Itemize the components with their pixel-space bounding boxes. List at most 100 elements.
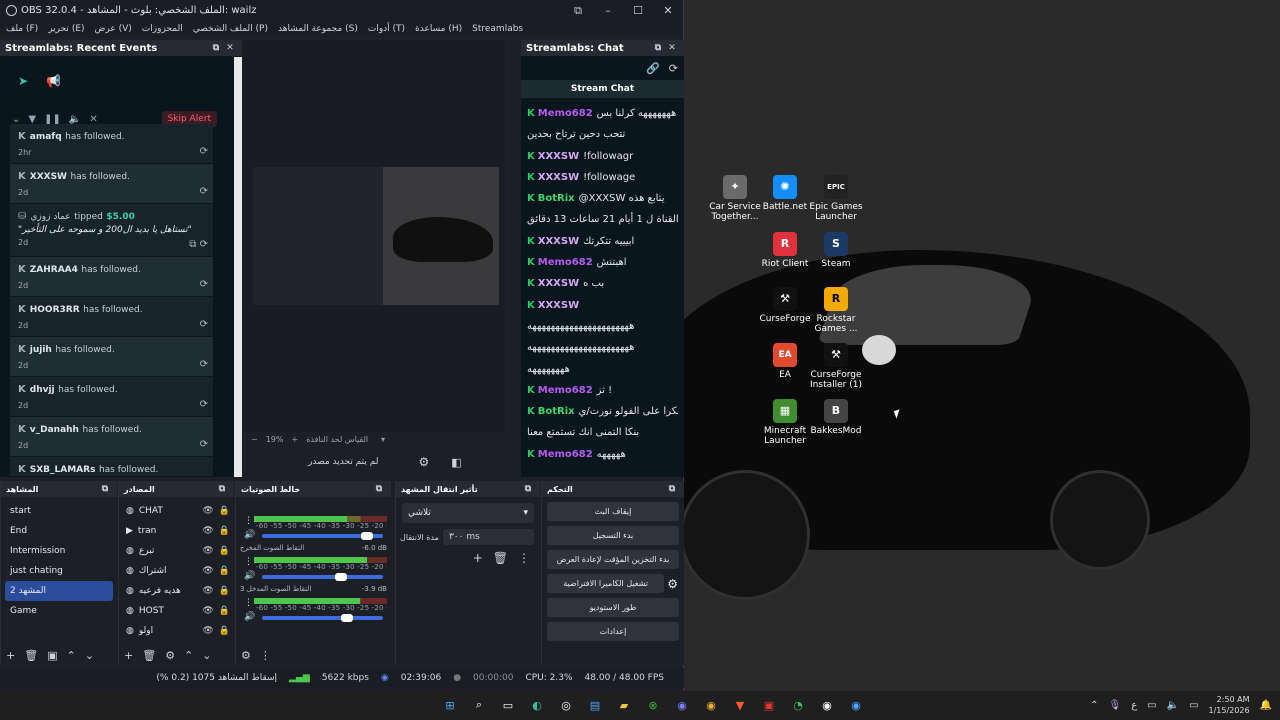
properties-gear-icon[interactable]: ⚙ [419, 455, 430, 469]
float-dock-icon[interactable]: ⧉ [665, 484, 679, 494]
list-item[interactable]: Kamafq has followed. 2hr ⟳ [10, 124, 213, 164]
duration-input[interactable]: ٣٠٠ ms [442, 529, 534, 545]
menu-edit[interactable]: تحرير (E) [48, 24, 84, 34]
desktop-icon-epic-games[interactable]: EPIC Epic Games Launcher [806, 175, 866, 222]
gear-icon[interactable]: ⚙ [165, 649, 175, 662]
brave-icon[interactable]: ▼ [730, 695, 750, 715]
move-down-icon[interactable]: ⌄ [85, 649, 94, 662]
obs-taskbar-icon[interactable]: ◉ [817, 695, 837, 715]
replay-icon[interactable]: ⟳ [200, 399, 208, 410]
visibility-eye-icon[interactable]: 👁 [202, 626, 213, 636]
capcut-icon[interactable]: ▣ [759, 695, 779, 715]
filters-icon[interactable]: ▣ [47, 649, 57, 662]
source-item[interactable]: ▶ tran 👁 🔒 [123, 521, 230, 541]
steam-taskbar-icon[interactable]: ◎ [556, 695, 576, 715]
advanced-audio-icon[interactable]: ⚙ [241, 649, 251, 662]
float-dock-icon[interactable]: ⧉ [521, 484, 535, 494]
whatsapp-icon[interactable]: ◔ [788, 695, 808, 715]
channel-menu-icon[interactable]: ⋮ [244, 557, 253, 567]
list-item[interactable]: K SXB_LAMARs has followed. [10, 457, 213, 477]
notifications-icon[interactable]: 🔔 [1260, 700, 1272, 711]
replay-icon[interactable]: ⟳ [200, 186, 208, 197]
task-view-icon[interactable]: ▭ [498, 695, 518, 715]
search-icon[interactable]: ⌕ [469, 695, 489, 715]
lock-icon[interactable]: 🔒 [219, 586, 230, 596]
chrome-icon[interactable]: ◉ [701, 695, 721, 715]
language-indicator[interactable]: ع [1131, 700, 1137, 711]
lock-icon[interactable]: 🔒 [219, 626, 230, 636]
list-item[interactable]: K HOOR3RR has followed. 2d ⟳ [10, 297, 213, 337]
float-dock-icon[interactable]: ⧉ [209, 43, 223, 53]
discord-icon[interactable]: ◉ [672, 695, 692, 715]
menu-help[interactable]: مساعدة (H) [415, 24, 462, 34]
trash-icon[interactable]: 🗑 [142, 649, 156, 662]
speaker-icon[interactable]: 🔊 [244, 612, 255, 622]
float-dock-icon[interactable]: ⧉ [372, 484, 386, 494]
chat-username[interactable]: XXXSW [538, 300, 579, 311]
zoom-dropdown-icon[interactable]: ▾ [381, 435, 385, 444]
events-scrollbar[interactable] [234, 57, 242, 477]
volume-slider[interactable] [262, 573, 383, 581]
minimize-button[interactable]: – [593, 4, 623, 17]
trash-icon[interactable]: 🗑 [493, 551, 508, 565]
virtual-camera-gear-icon[interactable]: ⚙ [667, 577, 678, 591]
close-dock-icon[interactable]: ✕ [223, 43, 237, 53]
visibility-eye-icon[interactable]: 👁 [202, 546, 213, 556]
lock-icon[interactable]: 🔒 [219, 506, 230, 516]
source-item[interactable]: ◍ تبرع 👁 🔒 [123, 541, 230, 561]
collapse-chevron-icon[interactable]: ⌄ [12, 114, 20, 125]
volume-icon[interactable]: 🔈 [69, 114, 81, 125]
channel-menu-icon[interactable]: ⋮ [244, 598, 253, 608]
scene-item[interactable]: just chating [5, 561, 113, 581]
start-recording-button[interactable]: بدء التسجيل [547, 526, 679, 545]
scene-item[interactable]: start [5, 501, 113, 521]
source-item[interactable]: ◍ CHAT 👁 🔒 [123, 501, 230, 521]
scene-item[interactable]: Intermission [5, 541, 113, 561]
megaphone-icon[interactable]: 📢 [46, 74, 61, 88]
menu-scene-collection[interactable]: مجموعة المشاهد (S) [278, 24, 358, 34]
restore-layout-icon[interactable]: ⧉ [563, 4, 593, 18]
lock-icon[interactable]: 🔒 [219, 526, 230, 536]
visibility-eye-icon[interactable]: 👁 [202, 526, 213, 536]
list-item[interactable]: ⛁ عماد زوزي tipped $5.00 "تستاهل يا بديد ا… [10, 204, 213, 257]
lock-icon[interactable]: 🔒 [219, 546, 230, 556]
speaker-icon[interactable]: 🔈 [1167, 700, 1179, 711]
float-dock-icon[interactable]: ⧉ [98, 484, 112, 494]
chat-username[interactable]: Memo682 [538, 108, 593, 119]
replay-icon[interactable]: ⟳ [200, 439, 208, 450]
lock-icon[interactable]: 🔒 [219, 606, 230, 616]
move-down-icon[interactable]: ⌄ [202, 649, 211, 662]
trash-icon[interactable]: 🗑 [24, 649, 38, 662]
float-dock-icon[interactable]: ⧉ [651, 43, 665, 53]
scene-item[interactable]: End [5, 521, 113, 541]
microphone-icon[interactable]: 🎙 [1108, 700, 1121, 711]
channel-menu-icon[interactable]: ⋮ [244, 516, 253, 526]
source-item[interactable]: ◍ هديه فرعيه 👁 🔒 [123, 581, 230, 601]
speaker-icon[interactable]: 🔊 [244, 571, 255, 581]
source-item[interactable]: ◍ اولو 👁 🔒 [123, 621, 230, 641]
chat-username[interactable]: XXXSW [538, 278, 579, 289]
menu-tools[interactable]: أدوات (T) [368, 24, 405, 34]
more-icon[interactable]: ⋮ [518, 551, 530, 565]
chat-username[interactable]: Memo682 [538, 449, 593, 460]
slider-knob[interactable] [340, 614, 353, 622]
visibility-eye-icon[interactable]: 👁 [202, 606, 213, 616]
chat-username[interactable]: BotRix [538, 406, 575, 417]
list-item[interactable]: K XXXSW has followed. 2d ⟳ [10, 164, 213, 204]
transition-select[interactable]: تلاشي ▾ [402, 503, 534, 523]
list-item[interactable]: K ZAHRAA4 has followed. 2d ⟳ [10, 257, 213, 297]
list-item[interactable]: Kv_Danahh has followed. 2d ⟳ [10, 417, 213, 457]
slider-knob[interactable] [334, 573, 347, 581]
maximize-button[interactable]: ☐ [623, 4, 653, 17]
menu-docks[interactable]: المحزوزات [142, 24, 183, 34]
settings-button[interactable]: إعدادات [547, 622, 679, 641]
chat-username[interactable]: Memo682 [538, 257, 593, 268]
move-up-icon[interactable]: ⌃ [184, 649, 193, 662]
mute-icon[interactable]: ✕ [89, 114, 97, 125]
studio-mode-button[interactable]: طور الاستوديو [547, 598, 679, 617]
visibility-eye-icon[interactable]: 👁 [202, 566, 213, 576]
stop-streaming-button[interactable]: إيقاف البث [547, 502, 679, 521]
pause-icon[interactable]: ❚❚ [44, 114, 61, 125]
menu-streamlabs[interactable]: Streamlabs [472, 24, 523, 34]
add-icon[interactable]: + [124, 649, 133, 662]
